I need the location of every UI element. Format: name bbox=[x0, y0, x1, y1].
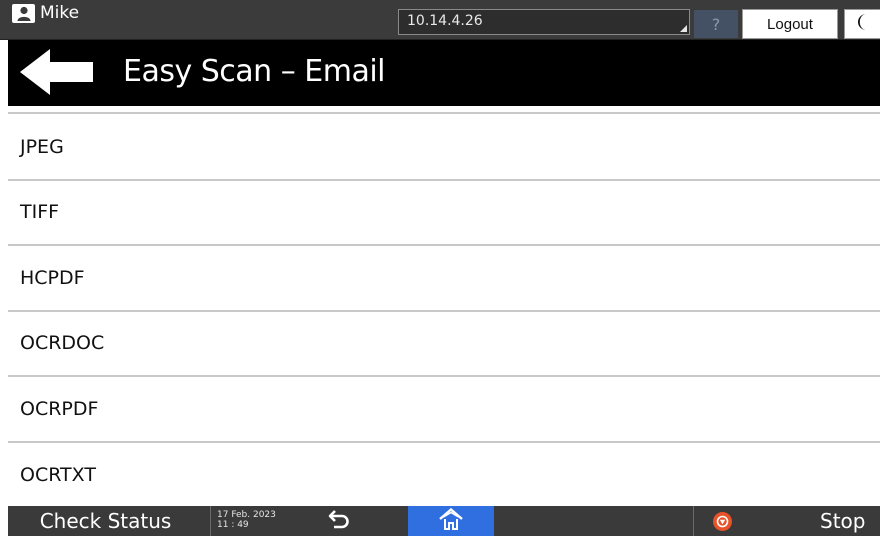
user-indicator[interactable]: Mike bbox=[12, 2, 79, 24]
list-item-label: OCRTXT bbox=[20, 464, 96, 487]
help-button-label: ? bbox=[711, 14, 721, 34]
ip-address-text: 10.14.4.26 bbox=[407, 13, 483, 29]
list-item-jpeg[interactable]: JPEG bbox=[8, 115, 880, 181]
logout-button[interactable]: Logout bbox=[742, 9, 838, 39]
stop-button[interactable]: Stop bbox=[693, 506, 880, 536]
stop-icon bbox=[713, 512, 732, 531]
return-button[interactable] bbox=[308, 506, 372, 536]
bottom-bar: Check Status 17 Feb. 2023 11 : 49 Stop bbox=[8, 506, 880, 536]
file-type-list: JPEG TIFF HCPDF OCRDOC OCRPDF OCRTXT bbox=[8, 112, 880, 508]
list-item-ocrtxt[interactable]: OCRTXT bbox=[8, 442, 880, 508]
list-item-tiff[interactable]: TIFF bbox=[8, 180, 880, 246]
moon-icon bbox=[856, 13, 870, 35]
time-text: 11 : 49 bbox=[217, 520, 249, 530]
energy-saver-button[interactable] bbox=[844, 9, 880, 39]
stop-label: Stop bbox=[820, 509, 866, 533]
list-item-ocrdoc[interactable]: OCRDOC bbox=[8, 311, 880, 377]
page-title: Easy Scan – Email bbox=[123, 54, 386, 89]
back-button[interactable] bbox=[12, 45, 102, 103]
home-icon bbox=[439, 507, 463, 534]
help-button[interactable]: ? bbox=[694, 10, 738, 38]
list-item-label: OCRDOC bbox=[20, 332, 105, 355]
list-item-label: OCRPDF bbox=[20, 397, 99, 420]
user-icon bbox=[12, 3, 35, 23]
resize-corner-icon bbox=[680, 25, 687, 32]
list-item-hcpdf[interactable]: HCPDF bbox=[8, 246, 880, 312]
list-item-label: HCPDF bbox=[20, 266, 85, 289]
title-bar: Easy Scan – Email bbox=[8, 40, 880, 106]
ip-address-field[interactable]: 10.14.4.26 bbox=[398, 9, 690, 35]
return-icon bbox=[328, 509, 352, 533]
status-bar: Mike 10.14.4.26 ? Logout bbox=[0, 0, 880, 40]
date-time-display: 17 Feb. 2023 11 : 49 bbox=[210, 506, 290, 536]
back-arrow-icon bbox=[17, 47, 97, 101]
user-name: Mike bbox=[40, 3, 80, 23]
check-status-label: Check Status bbox=[39, 509, 172, 533]
list-item-label: TIFF bbox=[20, 201, 60, 224]
home-button[interactable] bbox=[408, 506, 494, 536]
check-status-button[interactable]: Check Status bbox=[8, 506, 203, 536]
list-item-label: JPEG bbox=[20, 135, 64, 158]
date-text: 17 Feb. 2023 bbox=[217, 510, 276, 520]
list-item-ocrpdf[interactable]: OCRPDF bbox=[8, 377, 880, 443]
logout-button-label: Logout bbox=[767, 15, 813, 33]
